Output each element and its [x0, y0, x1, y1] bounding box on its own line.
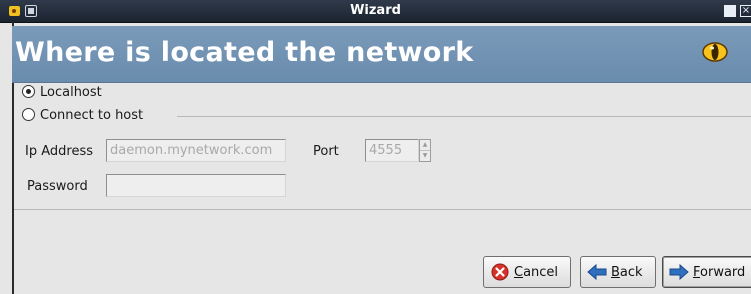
- cancel-icon: [491, 263, 509, 281]
- maximize-icon[interactable]: [724, 5, 736, 17]
- radio-localhost-indicator[interactable]: [22, 85, 35, 98]
- port-label: Port: [313, 144, 339, 159]
- port-input[interactable]: 4555: [365, 139, 419, 162]
- radio-connect-indicator[interactable]: [22, 108, 35, 121]
- forward-button-label: Forward: [693, 264, 746, 280]
- spin-up-icon[interactable]: ▲: [420, 140, 430, 151]
- cancel-button[interactable]: Cancel: [483, 256, 571, 288]
- port-spinner[interactable]: ▲ ▼: [419, 139, 431, 162]
- wizard-header: Where is located the network: [12, 26, 751, 83]
- back-button[interactable]: Back: [580, 256, 656, 288]
- eye-logo-icon: [702, 42, 728, 62]
- radio-connect-label: Connect to host: [40, 108, 144, 123]
- radio-localhost[interactable]: Localhost: [22, 85, 102, 100]
- back-arrow-icon: [587, 263, 607, 281]
- window-title: Wizard: [350, 3, 401, 18]
- password-input[interactable]: [106, 174, 286, 197]
- spin-down-icon[interactable]: ▼: [420, 151, 430, 161]
- page-title: Where is located the network: [15, 37, 474, 68]
- close-icon[interactable]: ×: [740, 5, 751, 17]
- forward-arrow-icon: [669, 263, 689, 281]
- groupbox-top-border: [177, 116, 751, 117]
- password-label: Password: [27, 179, 88, 194]
- ip-address-label: Ip Address: [25, 144, 93, 159]
- back-button-label: Back: [611, 264, 643, 280]
- window-titlebar: Wizard ×: [0, 0, 751, 23]
- cancel-button-label: Cancel: [514, 264, 559, 280]
- forward-button[interactable]: Forward: [662, 256, 751, 288]
- radio-connect-to-host[interactable]: Connect to host: [22, 108, 143, 123]
- radio-localhost-label: Localhost: [40, 85, 102, 100]
- content-separator: [14, 209, 751, 210]
- ip-address-input[interactable]: daemon.mynetwork.com: [106, 139, 286, 162]
